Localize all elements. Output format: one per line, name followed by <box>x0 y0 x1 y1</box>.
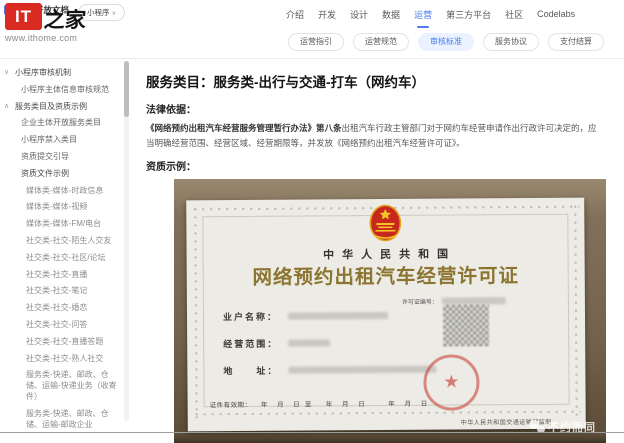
top-nav: 介绍 开发 设计 数据 运营 第三方平台 社区 Codelabs <box>286 0 575 28</box>
ithome-url: www.ithome.com <box>5 33 86 43</box>
nav-item-介绍[interactable]: 介绍 <box>286 8 304 21</box>
sidebar-item-label: 社交类-社交-直播答题 <box>26 337 103 346</box>
sidebar-item-label: 服务类-快递、邮政、仓储、运输-邮政企业 <box>26 409 109 429</box>
sidebar-item-label: 社交类-社交-社区/论坛 <box>26 253 106 262</box>
legal-basis-citation: 《网络预约出租汽车经营服务管理暂行办法》第八条 <box>146 123 342 133</box>
sidebar-item[interactable]: 媒体类-媒体-视频 <box>0 199 132 216</box>
ithome-logo-script: 之家 <box>43 9 87 30</box>
sidebar-item-label: 小程序禁入类目 <box>21 135 77 144</box>
main-content: 服务类目：服务类-出行与交通-打车（网约车） 法律依据： 《网络预约出租汽车经营… <box>132 59 624 431</box>
red-seal-stamp <box>423 354 479 410</box>
qr-code <box>443 304 489 346</box>
certificate-sheet: 中华人民共和国 网络预约出租汽车经营许可证 许可证编号： 业户名称：经营范围：地… <box>186 197 586 431</box>
certificate-field-label: 地 址： <box>223 364 278 377</box>
sidebar-item-label: 资质提交引导 <box>21 152 69 161</box>
sidebar-item-label: 企业主体开放服务类目 <box>21 118 101 127</box>
tab-支付结算[interactable]: 支付结算 <box>548 33 604 51</box>
sidebar-item[interactable]: 社交类-社交-直播答题 <box>0 334 132 351</box>
sidebar-item-label: 社交类-社交-直播 <box>26 270 87 279</box>
sidebar-item[interactable]: 媒体类-媒体-FM/电台 <box>0 216 132 233</box>
nav-item-数据[interactable]: 数据 <box>382 8 400 21</box>
sidebar-item-label: 社交类-社交-陌生人交友 <box>26 236 111 245</box>
tab-审核标准[interactable]: 审核标准 <box>418 33 474 51</box>
certificate-photo: 中华人民共和国 网络预约出租汽车经营许可证 许可证编号： 业户名称：经营范围：地… <box>174 179 606 443</box>
ithome-logo-icon: IT <box>5 3 42 30</box>
sidebar-item-label: 社交类-社交-婚恋 <box>26 303 87 312</box>
sidebar-item-label: 媒体类-媒体-FM/电台 <box>26 219 101 228</box>
nav-item-运营[interactable]: 运营 <box>414 8 432 21</box>
example-heading: 资质示例： <box>146 158 616 173</box>
nav-item-第三方平台[interactable]: 第三方平台 <box>446 8 491 21</box>
sidebar-item-label: 服务类-快递、邮政、仓储、运输-快递业务（收寄件） <box>26 370 117 401</box>
legal-basis-paragraph: 《网络预约出租汽车经营服务管理暂行办法》第八条出租汽车行政主管部门对于网约车经营… <box>146 121 600 151</box>
sidebar-item-label: 媒体类-媒体-视频 <box>26 202 87 211</box>
tab-服务协议[interactable]: 服务协议 <box>483 33 539 51</box>
sidebar-item[interactable]: 服务类-快递、邮政、仓储、运输-快递业务（收寄件） <box>0 367 132 405</box>
sidebar-item-label: 服务类目及资质示例 <box>15 102 87 111</box>
certificate-number-label: 许可证编号： <box>402 296 438 305</box>
certificate-number-redacted <box>442 297 506 304</box>
certificate-field-label: 业户名称： <box>223 310 278 323</box>
sidebar-item[interactable]: 小程序禁入类目 <box>0 132 132 149</box>
certificate-border-left <box>191 205 200 418</box>
tab-运营规范[interactable]: 运营规范 <box>353 33 409 51</box>
certificate-field-row: 地 址： <box>223 362 436 376</box>
nav-item-社区[interactable]: 社区 <box>505 8 523 21</box>
sidebar-item[interactable]: 企业主体开放服务类目 <box>0 115 132 132</box>
sidebar-item[interactable]: 资质提交引导 <box>0 149 132 166</box>
chevron-down-icon: ∨ <box>112 11 116 17</box>
sidebar-item[interactable]: 社交类-社交-陌生人交友 <box>0 233 132 250</box>
sidebar-item[interactable]: ∨ 小程序审核机制 <box>0 65 132 82</box>
sidebar-item-label: 小程序主体信息审核规范 <box>21 85 109 94</box>
sidebar: ∨ 小程序审核机制小程序主体信息审核规范 ∧ 服务类目及资质示例企业主体开放服务类目小… <box>0 59 132 431</box>
certificate-field-label: 经营范围： <box>223 337 278 350</box>
sidebar-item[interactable]: 服务类-快递、邮政、仓储、运输-邮政企业 <box>0 406 132 431</box>
certificate-border-right <box>571 202 580 415</box>
certificate-field-redacted <box>288 339 330 346</box>
legal-basis-heading: 法律依据： <box>146 101 616 116</box>
sidebar-item-label: 社交类-社交-熟人社交 <box>26 354 103 363</box>
national-emblem-icon <box>367 204 403 244</box>
chevron-down-icon: ∨ <box>4 68 9 77</box>
sidebar-item-label: 媒体类-媒体-时政信息 <box>26 186 103 195</box>
sidebar-item-label: 社交类-社交-问答 <box>26 320 87 329</box>
tabs-row: 运营指引运营规范审核标准服务协议支付结算 <box>288 33 624 51</box>
certificate-title: 网络预约出租汽车经营许可证 <box>187 258 585 290</box>
nav-item-Codelabs[interactable]: Codelabs <box>537 9 575 19</box>
page-title: 服务类目：服务类-出行与交通-打车（网约车） <box>146 71 616 91</box>
tab-运营指引[interactable]: 运营指引 <box>288 33 344 51</box>
sidebar-item[interactable]: ∧ 服务类目及资质示例 <box>0 99 132 116</box>
nav-item-开发[interactable]: 开发 <box>318 8 336 21</box>
sidebar-item[interactable]: 社交类-社交-社区/论坛 <box>0 250 132 267</box>
sidebar-item[interactable]: 社交类-社交-熟人社交 <box>0 351 132 368</box>
sidebar-item-label: 社交类-社交-笔记 <box>26 286 87 295</box>
window-bottom-edge <box>0 432 624 433</box>
certificate-validity: 证件有效期： 年 月 日 至 年 月 日 年 月 日 <box>210 397 428 409</box>
platform-selector-label: 小程序 <box>87 8 110 17</box>
sidebar-item[interactable]: 社交类-社交-问答 <box>0 317 132 334</box>
sidebar-item[interactable]: 社交类-社交-直播 <box>0 267 132 284</box>
sidebar-item[interactable]: 社交类-社交-婚恋 <box>0 300 132 317</box>
sidebar-item[interactable]: 媒体类-媒体-时政信息 <box>0 183 132 200</box>
sidebar-item[interactable]: 资质文件示例 <box>0 166 132 183</box>
certificate-field-row: 业户名称： <box>223 309 388 323</box>
sidebar-item-label: 资质文件示例 <box>21 169 69 178</box>
nav-item-设计[interactable]: 设计 <box>350 8 368 21</box>
certificate-field-row: 经营范围： <box>223 336 330 350</box>
certificate-field-redacted <box>288 365 436 373</box>
sidebar-item[interactable]: 社交类-社交-笔记 <box>0 283 132 300</box>
top-header: 微信开放文档 小程序 ∨ 介绍开发设计数据运营第三方平台社区Codelabs <box>0 0 624 28</box>
sidebar-item-label: 小程序审核机制 <box>15 68 71 77</box>
sidebar-item[interactable]: 小程序主体信息审核规范 <box>0 82 132 99</box>
certificate-field-redacted <box>288 312 388 320</box>
ithome-watermark: IT 之家 www.ithome.com <box>5 3 86 43</box>
chevron-up-icon: ∧ <box>4 102 9 111</box>
